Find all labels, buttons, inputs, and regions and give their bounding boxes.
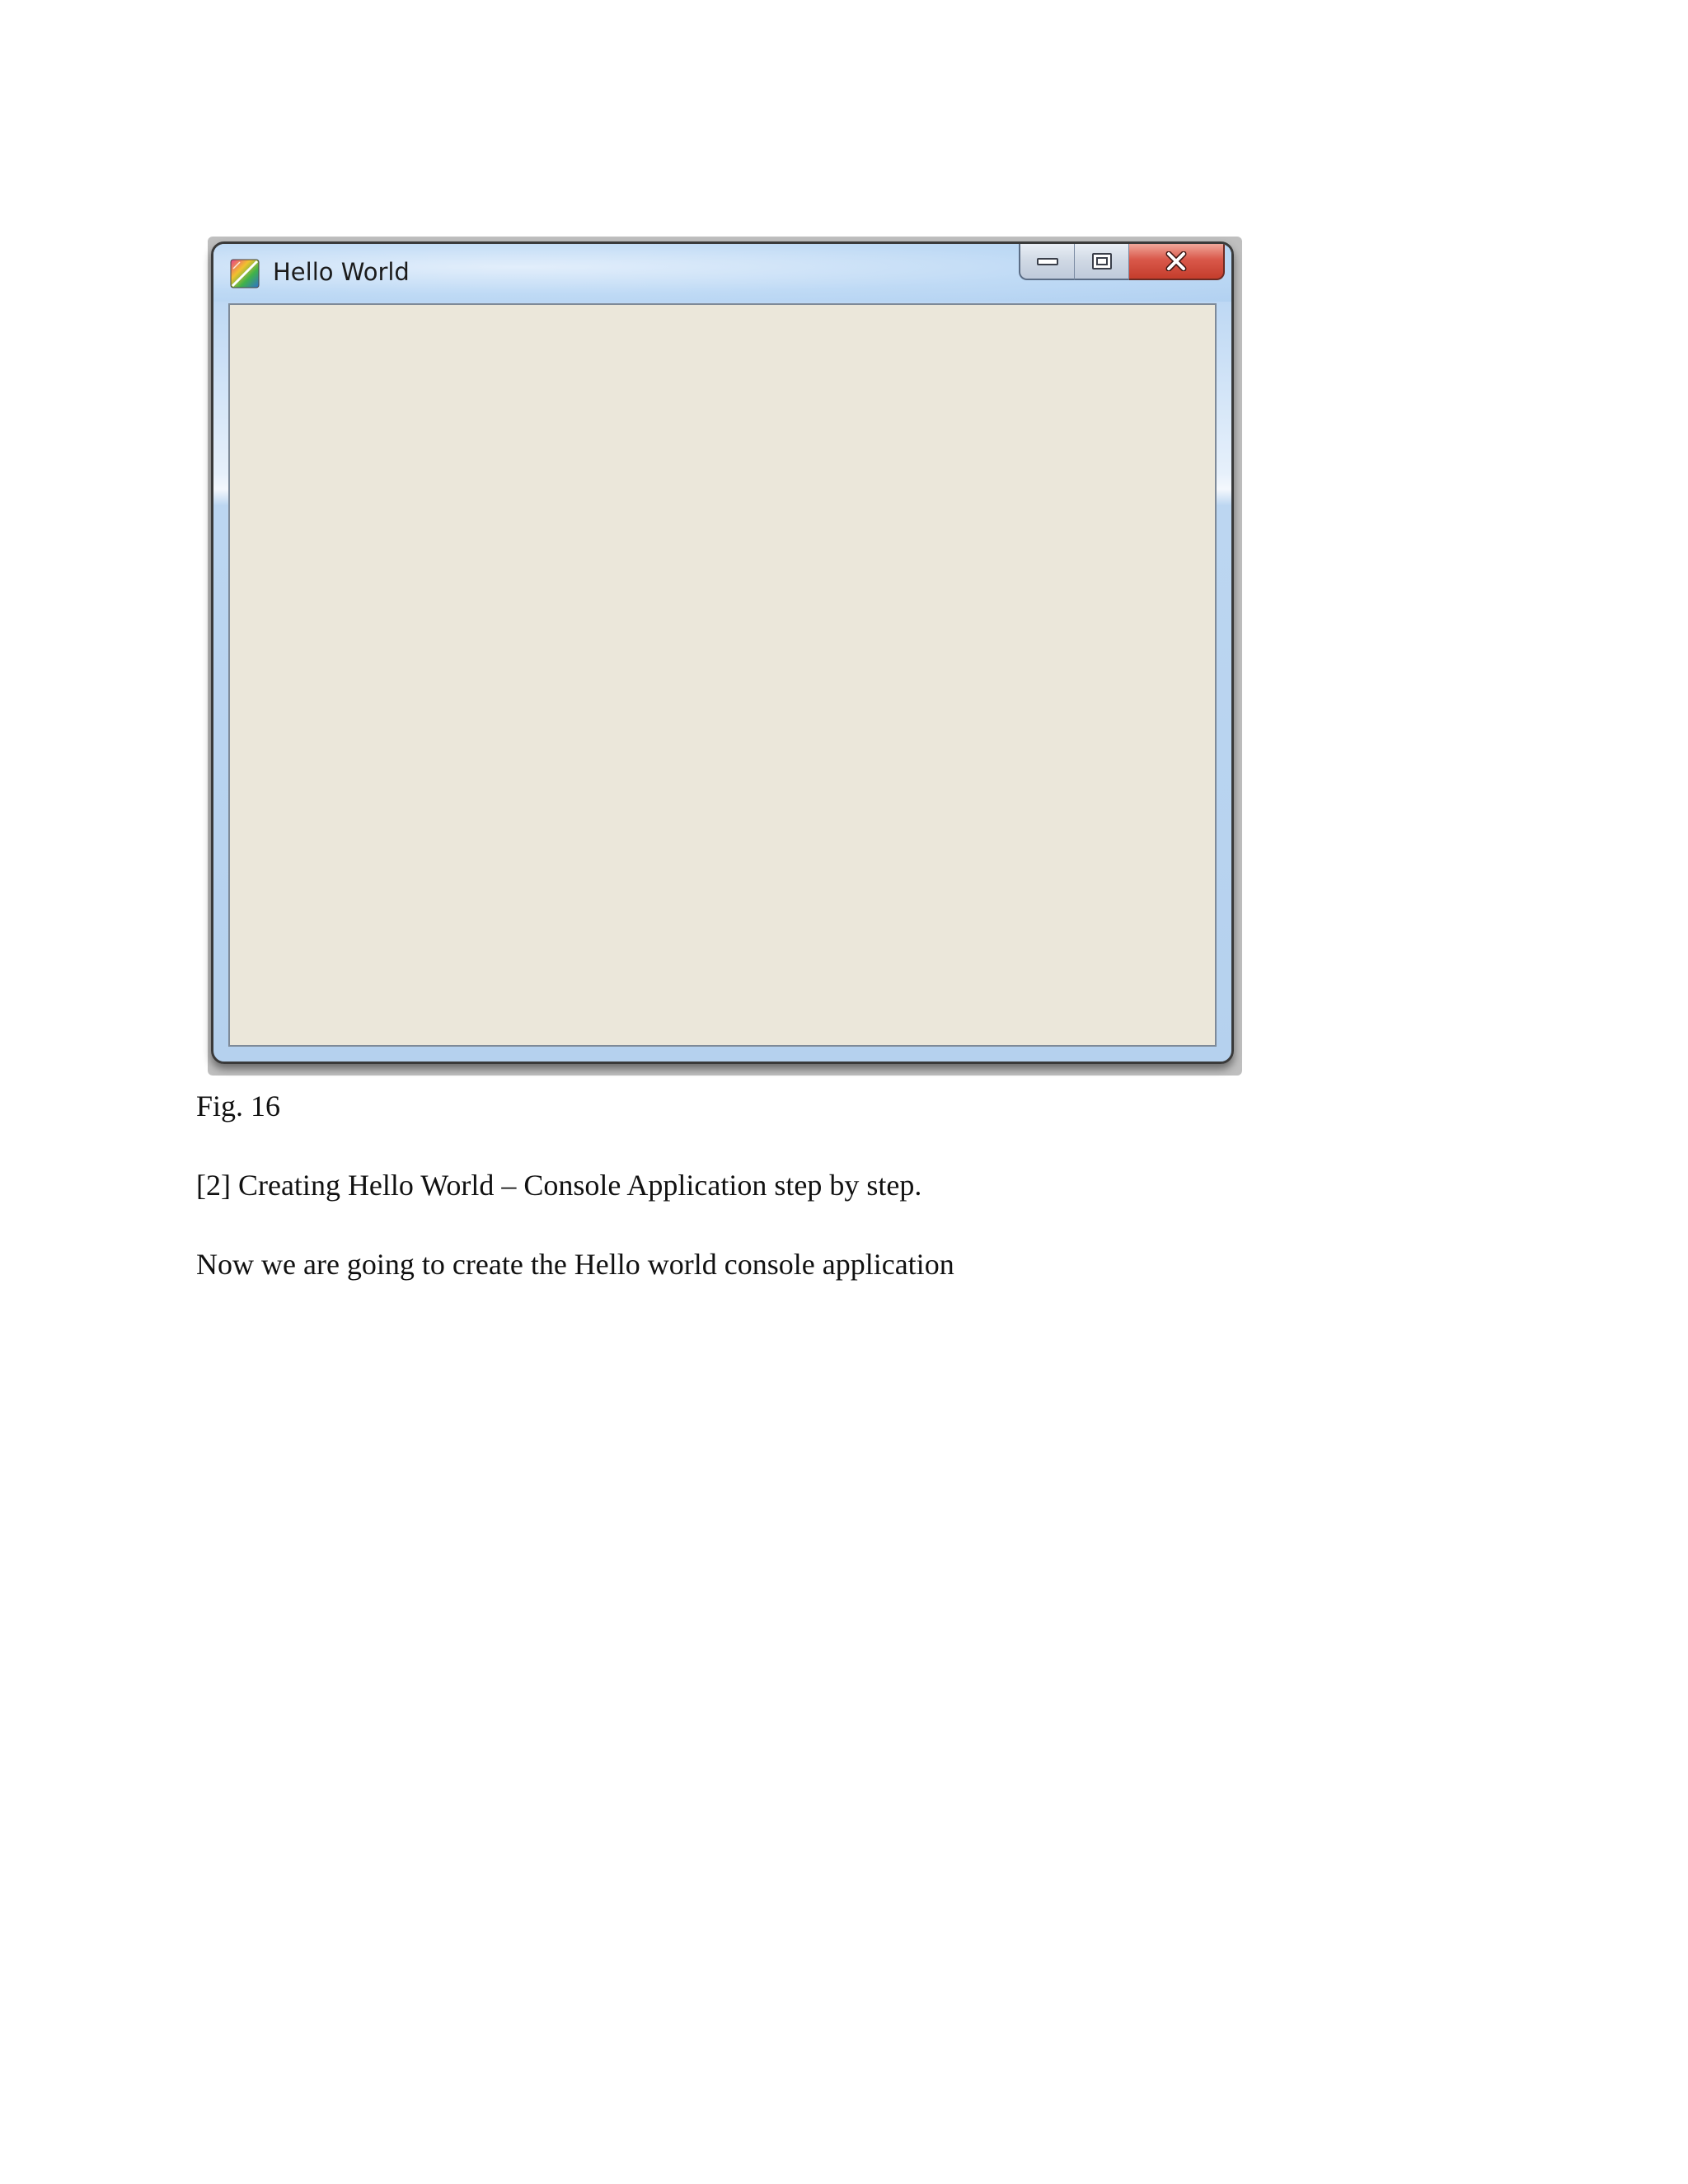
window-frame: Hello World bbox=[211, 241, 1234, 1064]
minimize-button[interactable] bbox=[1019, 244, 1075, 280]
caption-buttons bbox=[1019, 244, 1225, 280]
maximize-button[interactable] bbox=[1075, 244, 1129, 280]
minimize-icon bbox=[1036, 256, 1058, 266]
close-button[interactable] bbox=[1129, 244, 1225, 280]
window-title: Hello World bbox=[273, 258, 410, 286]
body-paragraph: Now we are going to create the Hello wor… bbox=[196, 1248, 954, 1281]
step-heading: [2] Creating Hello World – Console Appli… bbox=[196, 1169, 922, 1202]
maximize-icon bbox=[1091, 252, 1113, 270]
title-bar[interactable]: Hello World bbox=[213, 244, 1231, 302]
app-icon[interactable] bbox=[230, 259, 260, 288]
window-client-area bbox=[228, 303, 1217, 1047]
close-icon bbox=[1164, 251, 1189, 271]
figure-caption: Fig. 16 bbox=[196, 1090, 281, 1122]
screenshot-figure: Hello World bbox=[208, 237, 1242, 1076]
